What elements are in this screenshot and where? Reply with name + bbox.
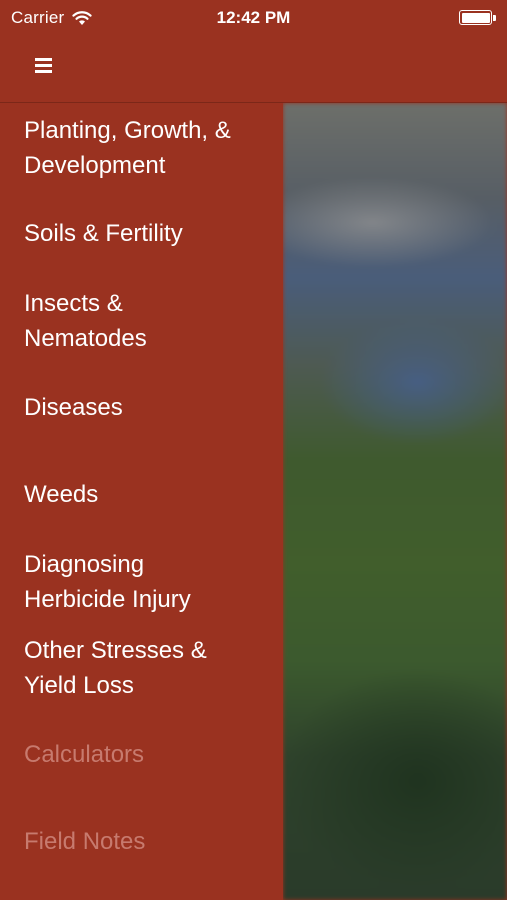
status-time: 12:42 PM (216, 8, 291, 27)
menu-item-calculators: Calculators (24, 741, 145, 768)
app-screen: Carrier 12:42 PM Planting, Growth, & Dev… (0, 0, 507, 900)
menu-toggle-button[interactable] (26, 53, 60, 83)
menu-item-diseases[interactable]: Diseases (24, 390, 274, 425)
menu-item-weeds[interactable]: Weeds (24, 477, 274, 512)
battery-icon (459, 10, 497, 25)
nav-header: Carrier 12:42 PM (0, 0, 507, 103)
menu-item-diagnosing-herbicide-injury[interactable]: Diagnosing Herbicide Injury (24, 547, 244, 617)
menu-item-other-stresses-yield-loss[interactable]: Other Stresses & Yield Loss (24, 633, 254, 703)
background-photo (283, 103, 507, 900)
menu-item-soils-fertility[interactable]: Soils & Fertility (24, 216, 274, 251)
menu-item-planting-growth-development[interactable]: Planting, Growth, & Development (24, 113, 274, 183)
status-bar: Carrier 12:42 PM (0, 0, 507, 36)
side-drawer: Planting, Growth, & Development Soils & … (0, 103, 283, 900)
menu-item-field-notes: Field Notes (24, 828, 146, 855)
menu-item-insects-nematodes[interactable]: Insects & Nematodes (24, 286, 194, 356)
